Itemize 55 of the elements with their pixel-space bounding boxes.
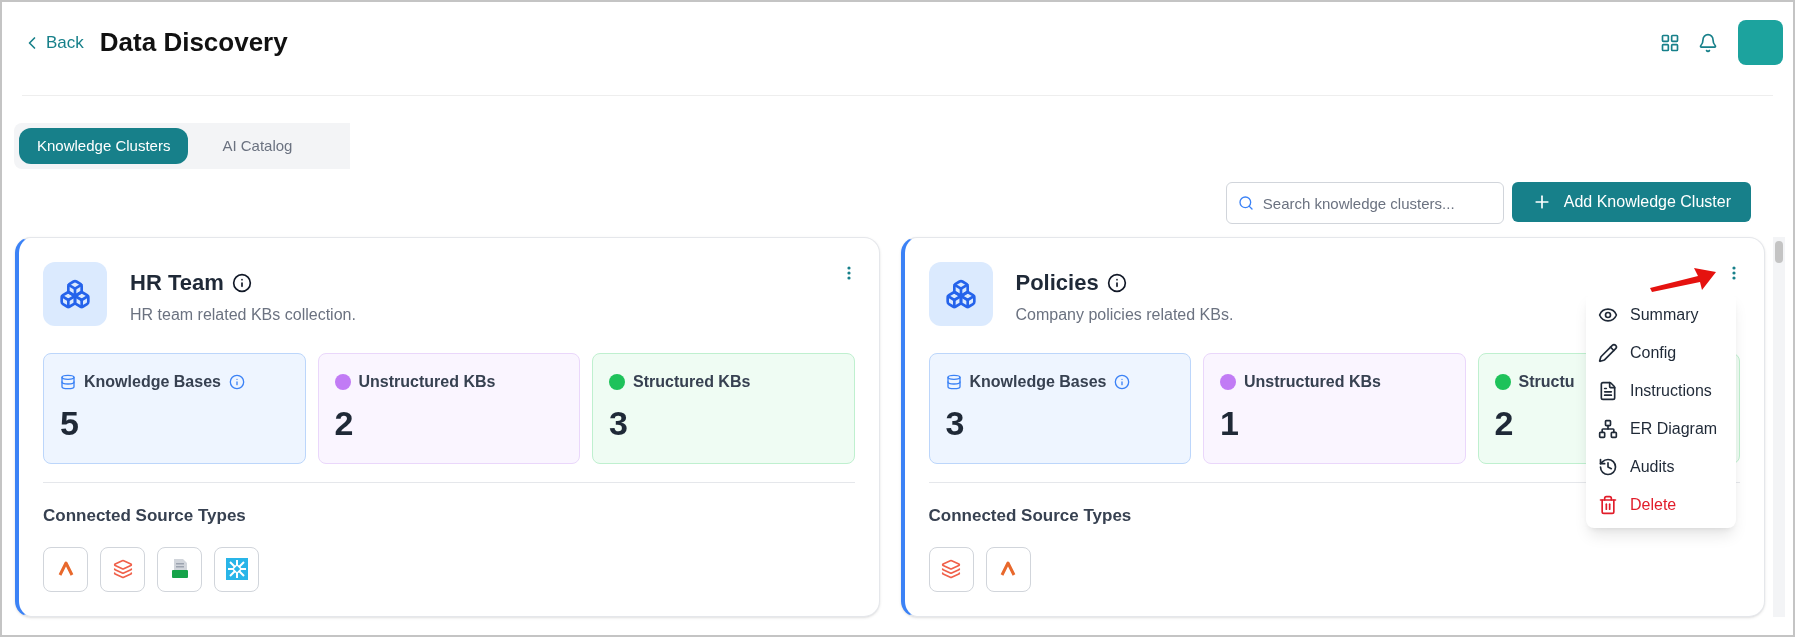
back-link[interactable]: Back: [22, 29, 84, 56]
menu-item[interactable]: Audits: [1586, 448, 1736, 486]
info-icon[interactable]: [231, 272, 252, 293]
csv-file-icon: [169, 557, 190, 581]
history-icon: [1598, 457, 1618, 477]
cluster-title: HR Team: [130, 269, 224, 297]
grid-icon[interactable]: [1660, 32, 1680, 53]
cluster-description: Company policies related KBs.: [1015, 305, 1234, 325]
menu-item[interactable]: ER Diagram: [1586, 410, 1736, 448]
stat-value: 1: [1220, 403, 1239, 444]
search-field[interactable]: Search knowledge clusters...: [1225, 182, 1504, 224]
cluster-description: HR team related KBs collection.: [130, 305, 356, 325]
more-options-button[interactable]: [1732, 266, 1736, 280]
eye-icon: [1598, 305, 1618, 325]
search-icon: [1237, 195, 1254, 211]
cluster-title: Policies: [1015, 269, 1099, 297]
menu-item[interactable]: Delete: [1586, 486, 1736, 524]
stat-label: Knowledge Bases: [84, 372, 221, 392]
stat-value: 5: [60, 403, 79, 444]
stat-value: 3: [609, 403, 628, 444]
section-title: Connected Source Types: [928, 505, 1132, 527]
stat-label: Structured KBs: [633, 372, 751, 392]
menu-item[interactable]: Summary: [1586, 296, 1736, 334]
stat-label: Unstructured KBs: [358, 372, 496, 392]
hierarchy-icon: [1598, 419, 1618, 439]
layers-icon: [112, 559, 133, 579]
database-icon: [945, 374, 962, 390]
trash-icon: [1598, 495, 1618, 515]
stat-label: Knowledge Bases: [969, 372, 1107, 392]
more-icon: [1732, 266, 1736, 280]
cubes-icon: [59, 278, 91, 310]
more-options-button[interactable]: [846, 266, 851, 280]
page-title: Data Discovery: [99, 26, 288, 59]
menu-item[interactable]: Instructions: [1586, 372, 1736, 410]
section-title: Connected Source Types: [43, 505, 246, 527]
bell-icon[interactable]: [1698, 32, 1718, 53]
stat-value: 2: [1494, 403, 1514, 444]
tab[interactable]: AI Catalog: [204, 128, 311, 164]
pencil-icon: [1598, 343, 1618, 363]
more-icon: [846, 266, 851, 280]
menu-item[interactable]: Config: [1586, 334, 1736, 372]
cubes-icon: [944, 278, 977, 310]
add-cluster-button[interactable]: Add Knowledge Cluster: [1511, 182, 1751, 222]
stat-value: 3: [945, 403, 965, 444]
document-icon: [1598, 381, 1618, 401]
scrollbar[interactable]: [1773, 237, 1785, 617]
tab[interactable]: Knowledge Clusters: [19, 128, 189, 164]
stat-label: Structu: [1518, 372, 1575, 392]
snowflake-icon: [224, 557, 249, 581]
avatar[interactable]: [1738, 20, 1783, 65]
stat-value: 2: [334, 403, 354, 444]
info-icon[interactable]: [1106, 272, 1127, 293]
layers-icon: [941, 559, 961, 579]
database-icon: [60, 374, 76, 390]
stat-label: Unstructured KBs: [1244, 372, 1381, 392]
